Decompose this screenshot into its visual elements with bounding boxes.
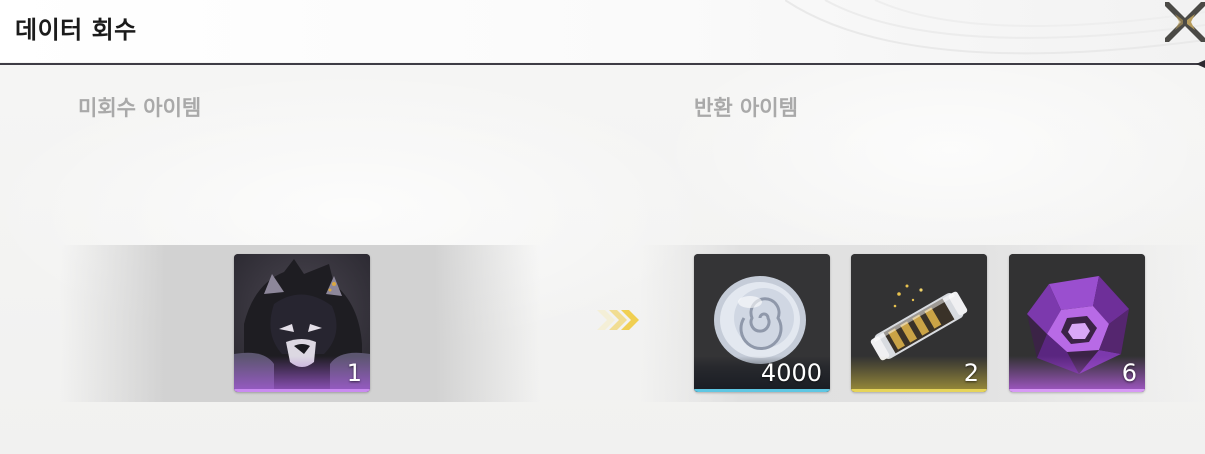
returned-item-card-crystal[interactable]: 6 xyxy=(1009,254,1145,392)
header-divider xyxy=(0,63,1205,65)
returned-item-card-capsule[interactable]: 2 xyxy=(851,254,987,392)
header-bar: 데이터 회수 xyxy=(0,0,1205,62)
item-quantity: 4000 xyxy=(760,359,822,387)
unrecovered-item-card[interactable]: 1 xyxy=(234,254,370,392)
item-quantity: 2 xyxy=(963,359,979,387)
rarity-line xyxy=(851,389,987,392)
item-quantity: 6 xyxy=(1121,359,1137,387)
triple-chevron-right-icon xyxy=(597,310,639,330)
returned-item-card-coin[interactable]: 4000 xyxy=(694,254,830,392)
divider-tip xyxy=(1196,60,1205,68)
rarity-line xyxy=(1009,389,1145,392)
header-arc-decoration xyxy=(785,0,1205,55)
rarity-line xyxy=(694,389,830,392)
close-x-icon xyxy=(1165,2,1205,42)
close-button[interactable] xyxy=(1165,0,1205,44)
page-title: 데이터 회수 xyxy=(15,16,137,44)
item-quantity: 1 xyxy=(346,359,362,387)
rarity-line xyxy=(234,389,370,392)
returned-items-label: 반환 아이템 xyxy=(694,96,798,120)
unrecovered-items-label: 미회수 아이템 xyxy=(78,96,202,120)
